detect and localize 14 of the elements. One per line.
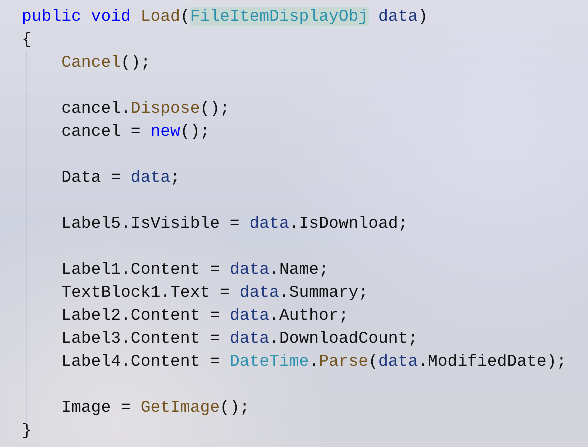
code-line: public void Load(FileItemDisplayObj data): [22, 6, 429, 28]
code-line: {: [22, 29, 33, 51]
code-line: Label1.Content = data.Name;: [60, 259, 330, 281]
code-line: TextBlock1.Text = data.Summary;: [60, 282, 370, 304]
code-line: Label4.Content = DateTime.Parse(data.ModifiedDate);: [60, 351, 568, 373]
code-line: }: [22, 420, 33, 442]
code-line: cancel.Dispose();: [60, 98, 231, 120]
code-line: Label2.Content = data.Author;: [60, 305, 350, 327]
code-line: Image = GetImage();: [60, 397, 251, 419]
code-line: cancel = new();: [60, 121, 212, 143]
code-line: Data = data;: [60, 167, 182, 189]
code-line: Cancel();: [60, 52, 152, 74]
code-line: Label3.Content = data.DownloadCount;: [60, 328, 420, 350]
code-line: Label5.IsVisible = data.IsDownload;: [60, 213, 410, 235]
